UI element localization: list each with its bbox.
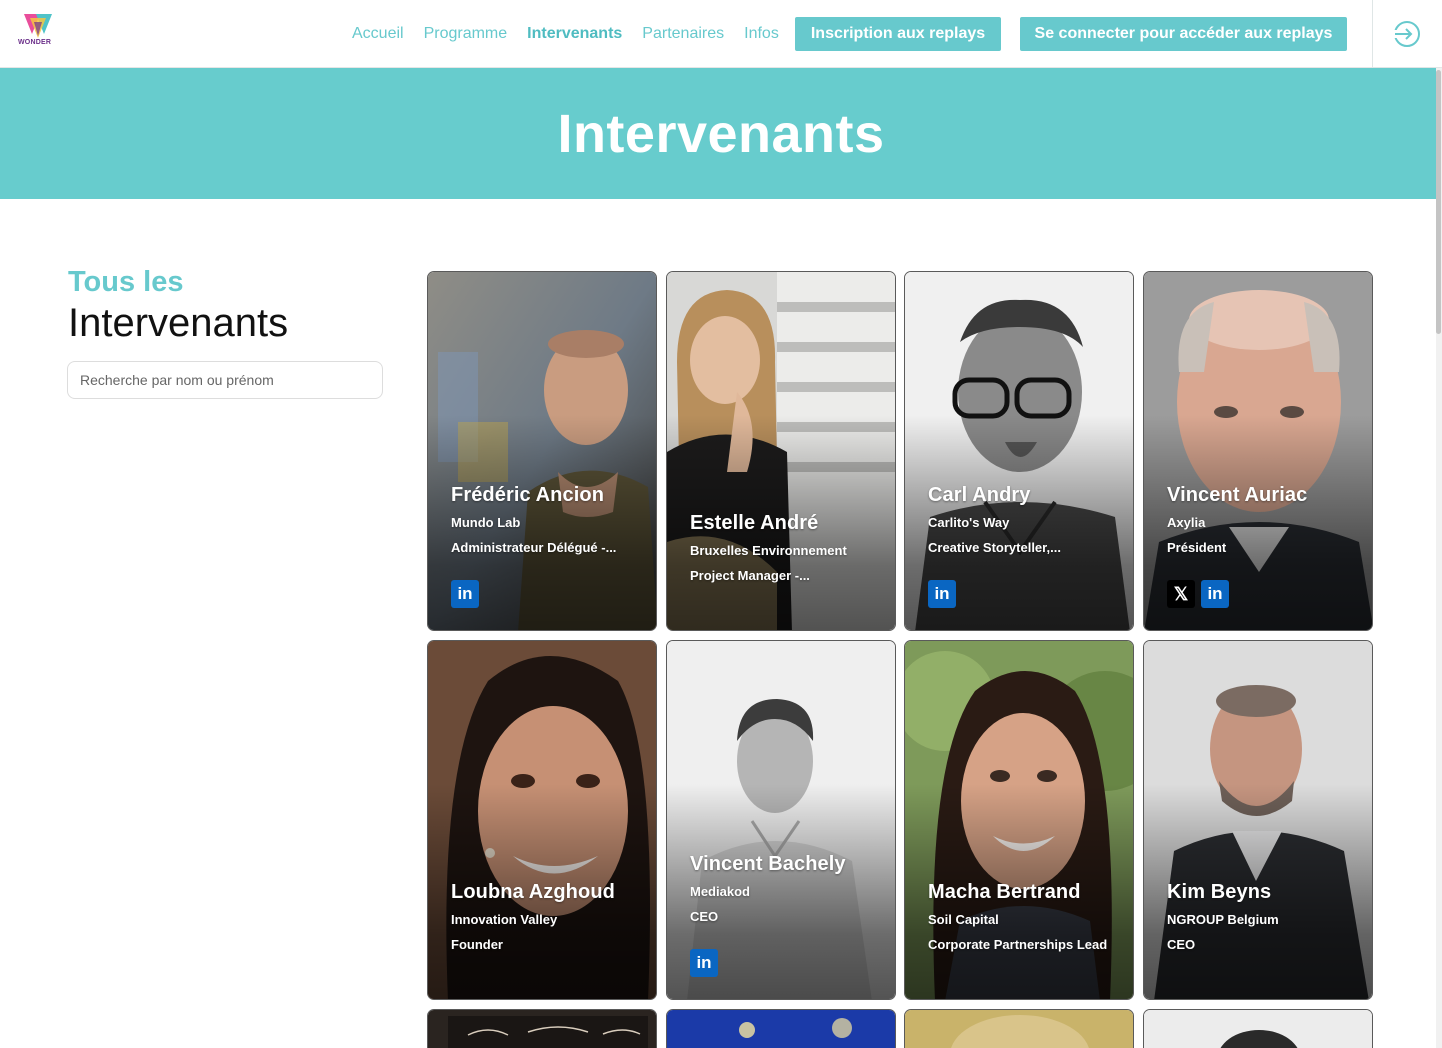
speaker-org: NGROUP Belgium	[1167, 912, 1279, 927]
speaker-org: Mundo Lab	[451, 515, 521, 530]
speaker-card[interactable]: Carl Andry Carlito's Way Creative Storyt…	[904, 271, 1134, 631]
social-links: in	[690, 949, 718, 977]
speaker-card[interactable]	[904, 1009, 1134, 1048]
speaker-role: Président	[1167, 540, 1227, 555]
nav-infos[interactable]: Infos	[744, 25, 779, 43]
page-banner: Intervenants	[0, 68, 1442, 199]
speaker-name[interactable]: Loubna Azghoud	[451, 881, 646, 904]
social-links: 𝕏 in	[1167, 580, 1229, 608]
speaker-org: Carlito's Way	[928, 515, 1010, 530]
speaker-photo	[905, 1010, 1133, 1048]
speaker-role: CEO	[1167, 937, 1196, 952]
speaker-card[interactable]	[666, 1009, 896, 1048]
replay-signup-button[interactable]: Inscription aux replays	[795, 17, 1001, 51]
speaker-name[interactable]: Kim Beyns	[1167, 881, 1362, 904]
speaker-search-input[interactable]	[67, 361, 383, 399]
speaker-card[interactable]: Frédéric Ancion Mundo Lab Administrateur…	[427, 271, 657, 631]
speaker-info: Kim Beyns NGROUP Belgium CEO	[1167, 881, 1362, 952]
speaker-org: Soil Capital	[928, 912, 999, 927]
nav-partenaires[interactable]: Partenaires	[642, 25, 724, 43]
login-arrow-icon	[1391, 20, 1420, 47]
speaker-card[interactable]	[427, 1009, 657, 1048]
login-icon-button[interactable]	[1372, 0, 1440, 68]
speaker-role: Creative Storyteller,...	[928, 540, 1061, 555]
speaker-name[interactable]: Frédéric Ancion	[451, 484, 646, 507]
speaker-info: Carl Andry Carlito's Way Creative Storyt…	[928, 484, 1123, 555]
speaker-info: Macha Bertrand Soil Capital Corporate Pa…	[928, 881, 1123, 952]
speaker-photo	[428, 1010, 656, 1048]
speaker-org: Axylia	[1167, 515, 1206, 530]
nav-programme[interactable]: Programme	[424, 25, 508, 43]
linkedin-icon[interactable]: in	[928, 580, 956, 608]
linkedin-icon[interactable]: in	[451, 580, 479, 608]
logo-wordmark: WONDER	[18, 39, 52, 46]
speaker-card[interactable]: Kim Beyns NGROUP Belgium CEO	[1143, 640, 1373, 1000]
speaker-name[interactable]: Estelle André	[690, 512, 885, 535]
site-header: WONDER Accueil Programme Intervenants Pa…	[0, 0, 1442, 68]
speaker-role: Founder	[451, 937, 503, 952]
speaker-role: Project Manager -...	[690, 568, 810, 583]
linkedin-icon[interactable]: in	[690, 949, 718, 977]
speaker-org: Innovation Valley	[451, 912, 558, 927]
speaker-info: Estelle André Bruxelles Environnement Pr…	[690, 512, 885, 583]
nav-intervenants[interactable]: Intervenants	[527, 25, 622, 43]
speaker-org: Mediakod	[690, 884, 750, 899]
speaker-card[interactable]: Estelle André Bruxelles Environnement Pr…	[666, 271, 896, 631]
speaker-photo	[667, 1010, 895, 1048]
speaker-name[interactable]: Carl Andry	[928, 484, 1123, 507]
speaker-card[interactable]: Vincent Bachely Mediakod CEO in	[666, 640, 896, 1000]
wonder-logo[interactable]: WONDER	[16, 12, 56, 52]
social-links: in	[928, 580, 956, 608]
speaker-name[interactable]: Vincent Bachely	[690, 853, 885, 876]
page-title: Intervenants	[557, 103, 885, 164]
linkedin-icon[interactable]: in	[1201, 580, 1229, 608]
speaker-role: Corporate Partnerships Lead	[928, 937, 1108, 952]
speaker-org: Bruxelles Environnement	[690, 543, 847, 558]
nav-accueil[interactable]: Accueil	[352, 25, 404, 43]
speaker-name[interactable]: Macha Bertrand	[928, 881, 1123, 904]
speaker-info: Loubna Azghoud Innovation Valley Founder	[451, 881, 646, 952]
speaker-info: Frédéric Ancion Mundo Lab Administrateur…	[451, 484, 646, 555]
social-links: in	[451, 580, 479, 608]
speaker-info: Vincent Auriac Axylia Président	[1167, 484, 1362, 555]
speaker-card[interactable]: Vincent Auriac Axylia Président 𝕏 in	[1143, 271, 1373, 631]
speaker-role: CEO	[690, 909, 719, 924]
x-twitter-icon[interactable]: 𝕏	[1167, 580, 1195, 608]
speaker-name[interactable]: Vincent Auriac	[1167, 484, 1362, 507]
page-scrollbar-thumb[interactable]	[1436, 70, 1441, 334]
speaker-card[interactable]	[1143, 1009, 1373, 1048]
speaker-photo	[1144, 1010, 1372, 1048]
logo-icon	[24, 14, 52, 38]
speaker-info: Vincent Bachely Mediakod CEO	[690, 853, 885, 924]
main-nav: Accueil Programme Intervenants Partenair…	[352, 0, 799, 68]
sidebar-title: Intervenants	[68, 301, 289, 345]
login-replays-button[interactable]: Se connecter pour accéder aux replays	[1020, 17, 1347, 51]
speaker-card[interactable]: Macha Bertrand Soil Capital Corporate Pa…	[904, 640, 1134, 1000]
speaker-role: Administrateur Délégué -...	[451, 540, 617, 555]
speaker-card[interactable]: Loubna Azghoud Innovation Valley Founder	[427, 640, 657, 1000]
sidebar-kicker: Tous les	[68, 266, 184, 298]
